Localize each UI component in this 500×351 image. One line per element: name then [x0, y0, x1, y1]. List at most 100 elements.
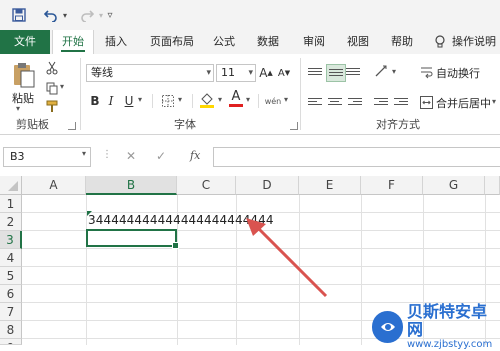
inline-separator [192, 94, 193, 108]
tab-help[interactable]: 帮助 [384, 30, 420, 54]
row-header-4[interactable]: 4 [0, 249, 22, 267]
align-left-icon[interactable] [308, 96, 322, 108]
grow-font-button[interactable]: A ▲ [258, 64, 274, 82]
column-header-e[interactable]: E [299, 176, 361, 195]
font-launcher-icon[interactable] [290, 122, 298, 130]
column-header-f[interactable]: F [361, 176, 423, 195]
tab-file[interactable]: 文件 [0, 30, 50, 54]
tab-tell-me[interactable]: 操作说明 [452, 30, 500, 54]
row-header-1[interactable]: 1 [0, 195, 22, 213]
quick-access-toolbar: ▾ ▾ ▿ [0, 0, 500, 30]
customize-qat-icon[interactable]: ▿ [104, 5, 116, 25]
row-header-3[interactable]: 3 [0, 231, 22, 249]
inline-separator [258, 94, 259, 108]
phonetic-guide-button[interactable]: wén [264, 92, 282, 110]
undo-dropdown-icon[interactable]: ▾ [60, 5, 70, 25]
font-color-swatch [229, 103, 243, 107]
select-all-corner[interactable] [0, 176, 22, 195]
font-size-combo[interactable]: 11 ▾ [216, 64, 256, 82]
undo-icon[interactable] [42, 5, 60, 25]
tab-formulas[interactable]: 公式 [206, 30, 242, 54]
row-header-2[interactable]: 2 [0, 213, 22, 231]
ribbon-tabs: 文件 开始 插入 页面布局 公式 数据 审阅 视图 帮助 操作说明 [0, 30, 500, 55]
save-icon[interactable] [10, 5, 28, 25]
wrap-text-icon[interactable] [418, 64, 434, 80]
increase-indent-icon[interactable] [394, 96, 408, 108]
column-header-h[interactable] [485, 176, 500, 195]
align-right-icon[interactable] [348, 96, 362, 108]
orientation-dropdown-icon[interactable]: ▾ [392, 67, 396, 76]
middle-align-icon[interactable] [326, 64, 346, 82]
gridline [86, 195, 87, 345]
redo-icon[interactable] [78, 5, 96, 25]
fill-handle[interactable] [172, 242, 179, 249]
row-header-7[interactable]: 7 [0, 303, 22, 321]
row-header-5[interactable]: 5 [0, 267, 22, 285]
cut-icon[interactable] [44, 60, 60, 76]
watermark-url: www.zjbstyy.com [407, 339, 493, 350]
formula-bar: B3 ▾ ⋮ ✕ ✓ fx [0, 135, 500, 175]
bottom-align-icon[interactable] [346, 66, 360, 78]
font-color-button[interactable]: A [228, 88, 244, 108]
align-center-icon[interactable] [328, 96, 342, 108]
format-painter-icon[interactable] [44, 98, 60, 114]
name-box-dropdown-icon[interactable]: ▾ [82, 149, 86, 158]
enter-icon[interactable]: ✓ [156, 149, 166, 163]
column-header-d[interactable]: D [236, 176, 299, 195]
paste-icon[interactable] [10, 60, 38, 90]
phonetic-dropdown-icon[interactable]: ▾ [284, 95, 288, 104]
underline-button[interactable]: U [122, 92, 136, 110]
column-header-g[interactable]: G [423, 176, 485, 195]
fill-color-dropdown-icon[interactable]: ▾ [218, 95, 222, 104]
annotation-arrow [246, 218, 328, 298]
bold-button[interactable]: B [88, 92, 102, 110]
font-color-letter: A [231, 88, 241, 104]
borders-icon[interactable] [160, 92, 176, 110]
insert-function-icon[interactable]: fx [190, 149, 200, 162]
font-group-label: 字体 [174, 118, 196, 131]
inline-separator [152, 94, 153, 108]
merge-center-icon[interactable] [418, 94, 434, 110]
wrap-text-button[interactable]: 自动换行 [436, 65, 480, 81]
tab-view[interactable]: 视图 [340, 30, 376, 54]
font-name-combo[interactable]: 等线 ▾ [86, 64, 214, 82]
row-header-8[interactable]: 8 [0, 321, 22, 339]
merge-dropdown-icon[interactable]: ▾ [492, 97, 496, 106]
font-name-value: 等线 [91, 66, 113, 79]
active-cell-b3[interactable] [86, 229, 179, 249]
formula-input[interactable] [213, 147, 500, 167]
alignment-group-label: 对齐方式 [376, 118, 420, 131]
italic-button[interactable]: I [104, 92, 118, 110]
gridline [361, 195, 362, 345]
tab-home[interactable]: 开始 [52, 30, 94, 55]
tab-insert[interactable]: 插入 [98, 30, 134, 54]
font-size-value: 11 [221, 66, 235, 79]
orientation-icon[interactable] [372, 62, 390, 80]
watermark: 贝斯特安卓网 www.zjbstyy.com [372, 303, 500, 351]
chevron-down-icon: ▾ [206, 68, 211, 78]
row-header-6[interactable]: 6 [0, 285, 22, 303]
tab-data[interactable]: 数据 [250, 30, 286, 54]
copy-icon[interactable] [44, 80, 60, 96]
lightbulb-icon[interactable] [432, 30, 448, 54]
top-align-icon[interactable] [308, 66, 322, 78]
column-header-a[interactable]: A [22, 176, 86, 195]
tab-page-layout[interactable]: 页面布局 [144, 30, 200, 54]
clipboard-launcher-icon[interactable] [68, 122, 76, 130]
borders-dropdown-icon[interactable]: ▾ [178, 95, 182, 104]
column-header-c[interactable]: C [177, 176, 236, 195]
paste-dropdown-icon[interactable]: ▾ [16, 104, 20, 113]
row-header-9[interactable]: 9 [0, 339, 22, 345]
font-color-dropdown-icon[interactable]: ▾ [246, 95, 250, 104]
copy-dropdown-icon[interactable]: ▾ [60, 82, 64, 91]
column-header-b[interactable]: B [86, 176, 177, 195]
fill-color-icon[interactable] [198, 90, 216, 110]
tab-review[interactable]: 审阅 [296, 30, 332, 54]
name-box[interactable]: B3 [3, 147, 91, 167]
underline-dropdown-icon[interactable]: ▾ [138, 95, 142, 104]
grow-font-label: A [259, 66, 268, 80]
decrease-indent-icon[interactable] [374, 96, 388, 108]
merge-center-button[interactable]: 合并后居中 [436, 95, 491, 111]
shrink-font-button[interactable]: A ▼ [276, 64, 292, 82]
cancel-icon[interactable]: ✕ [126, 149, 136, 163]
